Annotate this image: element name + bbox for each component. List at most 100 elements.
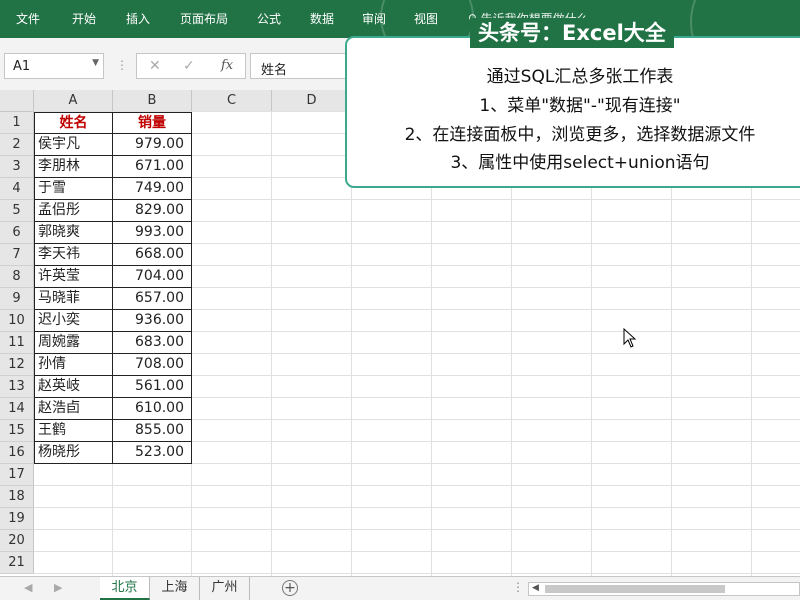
cell-name[interactable]: 赵浩卣 <box>34 398 113 420</box>
tab-view[interactable]: 视图 <box>414 10 438 27</box>
cell-name[interactable]: 李天祎 <box>34 244 113 266</box>
cell-name[interactable]: 许英莹 <box>34 266 113 288</box>
tab-formulas[interactable]: 公式 <box>257 10 281 27</box>
row-header[interactable]: 4 <box>0 178 34 200</box>
chevron-down-icon[interactable]: ▼ <box>92 58 99 68</box>
cell-name[interactable]: 孟侣彤 <box>34 200 113 222</box>
callout-line-2: 1、菜单"数据"-"现有连接" <box>479 96 681 116</box>
column-header-c[interactable]: C <box>192 90 272 112</box>
row-header[interactable]: 18 <box>0 486 34 508</box>
row-header[interactable]: 8 <box>0 266 34 288</box>
cell-name[interactable]: 侯宇凡 <box>34 134 113 156</box>
scroll-left-icon[interactable]: ◀ <box>24 581 32 594</box>
row-header[interactable]: 7 <box>0 244 34 266</box>
column-header-b[interactable]: B <box>113 90 192 112</box>
row-header[interactable]: 1 <box>0 112 34 134</box>
column-header-d[interactable]: D <box>272 90 352 112</box>
row-header[interactable]: 16 <box>0 442 34 464</box>
formula-value: 姓名 <box>261 63 288 78</box>
cell-header-sales[interactable]: 销量 <box>113 112 192 134</box>
cancel-icon[interactable]: ✕ <box>149 58 161 74</box>
tab-page-layout[interactable]: 页面布局 <box>180 10 228 27</box>
callout-line-4: 3、属性中使用select+union语句 <box>450 153 710 173</box>
row-header[interactable]: 14 <box>0 398 34 420</box>
name-box-value: A1 <box>13 59 31 74</box>
cell-sales[interactable]: 657.00 <box>113 288 192 310</box>
cell-sales[interactable]: 829.00 <box>113 200 192 222</box>
callout-line-3: 2、在连接面板中，浏览更多，选择数据源文件 <box>404 125 756 145</box>
cell-name[interactable]: 马晓菲 <box>34 288 113 310</box>
cell-sales[interactable]: 668.00 <box>113 244 192 266</box>
cell-sales[interactable]: 708.00 <box>113 354 192 376</box>
gridline <box>34 507 800 508</box>
cell-name[interactable]: 王鹤 <box>34 420 113 442</box>
gridline <box>34 573 800 574</box>
formula-bar-grip-icon: ⋮ <box>116 58 128 72</box>
row-header[interactable]: 5 <box>0 200 34 222</box>
sheet-tab-shanghai[interactable]: 上海 <box>150 577 200 600</box>
cell-name[interactable]: 郭晓爽 <box>34 222 113 244</box>
formula-buttons: ✕ ✓ fx <box>136 53 246 79</box>
cell-name[interactable]: 李朋林 <box>34 156 113 178</box>
row-header[interactable]: 15 <box>0 420 34 442</box>
cell-sales[interactable]: 855.00 <box>113 420 192 442</box>
tab-file[interactable]: 文件 <box>16 10 40 27</box>
cell-sales[interactable]: 704.00 <box>113 266 192 288</box>
insert-function-icon[interactable]: fx <box>221 58 233 73</box>
sheet-tab-beijing[interactable]: 北京 <box>100 577 150 600</box>
cell-sales[interactable]: 523.00 <box>113 442 192 464</box>
gridline <box>34 551 800 552</box>
row-header[interactable]: 3 <box>0 156 34 178</box>
cell-name[interactable]: 周婉露 <box>34 332 113 354</box>
cell-sales[interactable]: 749.00 <box>113 178 192 200</box>
tab-home[interactable]: 开始 <box>72 10 96 27</box>
tab-data[interactable]: 数据 <box>310 10 334 27</box>
row-header[interactable]: 21 <box>0 552 34 574</box>
scroll-left-arrow-icon[interactable]: ◀ <box>532 583 539 593</box>
callout-title: 头条号：Excel大全 <box>470 18 674 48</box>
row-header[interactable]: 6 <box>0 222 34 244</box>
name-box[interactable]: A1 ▼ <box>4 53 104 79</box>
cell-sales[interactable]: 979.00 <box>113 134 192 156</box>
row-header[interactable]: 19 <box>0 508 34 530</box>
row-header[interactable]: 17 <box>0 464 34 486</box>
cell-name[interactable]: 杨晓彤 <box>34 442 113 464</box>
sheet-tab-bar: ◀ ▶ 北京 上海 广州 + ⋮ ◀ <box>0 576 800 600</box>
cell-sales[interactable]: 671.00 <box>113 156 192 178</box>
row-header[interactable]: 12 <box>0 354 34 376</box>
cell-sales[interactable]: 561.00 <box>113 376 192 398</box>
row-header[interactable]: 20 <box>0 530 34 552</box>
row-header[interactable]: 11 <box>0 332 34 354</box>
cell-name[interactable]: 迟小奕 <box>34 310 113 332</box>
ribbon-decoration <box>690 0 800 38</box>
more-options-icon: ⋮ <box>512 580 524 594</box>
confirm-icon[interactable]: ✓ <box>183 58 195 74</box>
scrollbar-thumb[interactable] <box>545 585 725 593</box>
scroll-right-icon[interactable]: ▶ <box>54 581 62 594</box>
sheet-tab-guangzhou[interactable]: 广州 <box>200 577 250 600</box>
cell-sales[interactable]: 610.00 <box>113 398 192 420</box>
column-header-a[interactable]: A <box>34 90 113 112</box>
cell-name[interactable]: 赵英岐 <box>34 376 113 398</box>
tab-insert[interactable]: 插入 <box>126 10 150 27</box>
cell-sales[interactable]: 936.00 <box>113 310 192 332</box>
mouse-pointer-icon <box>623 328 637 348</box>
select-all-corner[interactable] <box>0 90 34 112</box>
callout-line-1: 通过SQL汇总多张工作表 <box>486 67 674 87</box>
gridline <box>34 529 800 530</box>
row-header[interactable]: 9 <box>0 288 34 310</box>
ribbon: 文件 开始 插入 页面布局 公式 数据 审阅 视图 ⚲ 告诉我你想要做什么 <box>0 0 800 38</box>
cell-name[interactable]: 孙倩 <box>34 354 113 376</box>
gridline <box>271 112 272 576</box>
row-header[interactable]: 2 <box>0 134 34 156</box>
cell-header-name[interactable]: 姓名 <box>34 112 113 134</box>
add-sheet-button[interactable]: + <box>282 580 298 596</box>
gridline <box>34 485 800 486</box>
cell-name[interactable]: 于雪 <box>34 178 113 200</box>
cell-sales[interactable]: 993.00 <box>113 222 192 244</box>
row-header[interactable]: 13 <box>0 376 34 398</box>
row-header[interactable]: 10 <box>0 310 34 332</box>
horizontal-scrollbar[interactable]: ◀ <box>528 582 800 596</box>
cell-sales[interactable]: 683.00 <box>113 332 192 354</box>
tab-review[interactable]: 审阅 <box>362 10 386 27</box>
